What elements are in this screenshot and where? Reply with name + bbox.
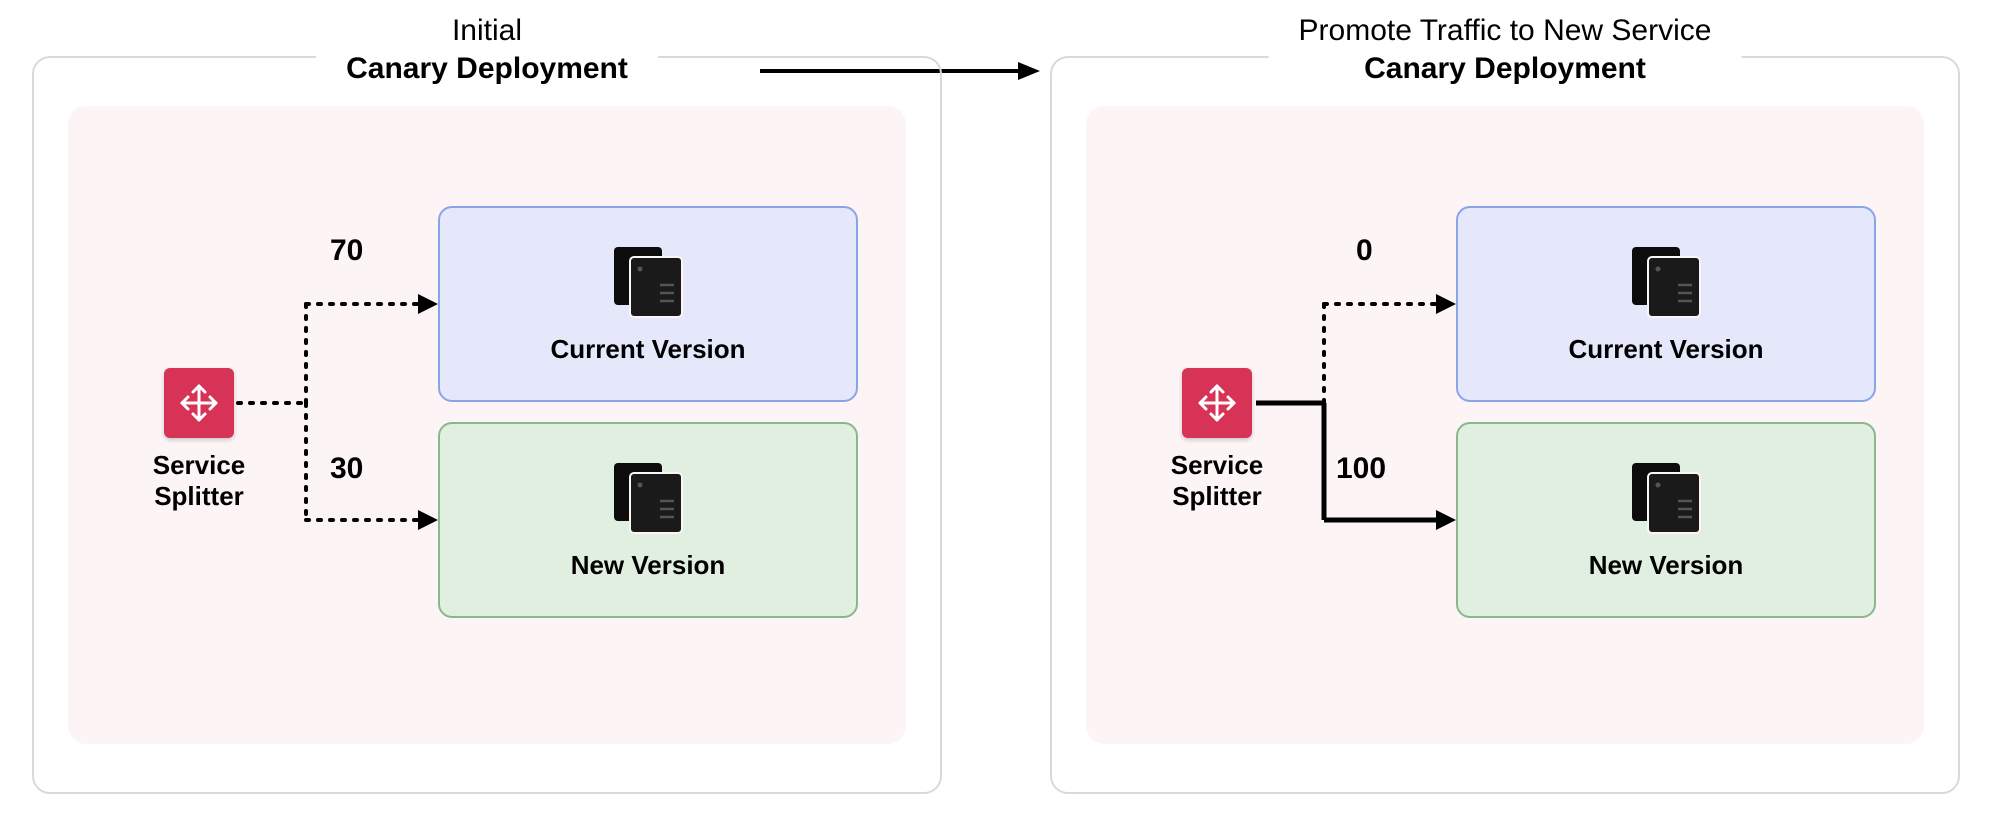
new-version-label: New Version (571, 550, 726, 581)
box-new-version: New Version (438, 422, 858, 618)
weight-current: 0 (1356, 234, 1373, 268)
box-current-version: Current Version (438, 206, 858, 402)
servers-icon (606, 243, 690, 326)
connectors-left (68, 106, 438, 626)
servers-icon (606, 459, 690, 542)
current-version-label: Current Version (1568, 334, 1763, 365)
weight-new: 30 (330, 452, 363, 486)
panel-supertitle: Initial (346, 14, 628, 48)
panel-initial: Initial Canary Deployment Service Splitt… (32, 56, 942, 794)
panel-promoted: Promote Traffic to New Service Canary De… (1050, 56, 1960, 794)
current-version-label: Current Version (550, 334, 745, 365)
new-version-label: New Version (1589, 550, 1744, 581)
servers-icon (1624, 459, 1708, 542)
panel-initial-titles: Initial Canary Deployment (316, 14, 658, 86)
box-current-version: Current Version (1456, 206, 1876, 402)
connectors-right (1086, 106, 1456, 626)
weight-current: 70 (330, 234, 363, 268)
servers-icon (1624, 243, 1708, 326)
panel-title: Canary Deployment (346, 52, 628, 86)
panel-title: Canary Deployment (1299, 52, 1712, 86)
box-new-version: New Version (1456, 422, 1876, 618)
panel-initial-inner: Service Splitter 70 30 (68, 106, 906, 744)
weight-new: 100 (1336, 452, 1386, 486)
panel-promoted-inner: Service Splitter 0 100 (1086, 106, 1924, 744)
panel-promoted-titles: Promote Traffic to New Service Canary De… (1269, 14, 1742, 86)
panel-supertitle: Promote Traffic to New Service (1299, 14, 1712, 48)
